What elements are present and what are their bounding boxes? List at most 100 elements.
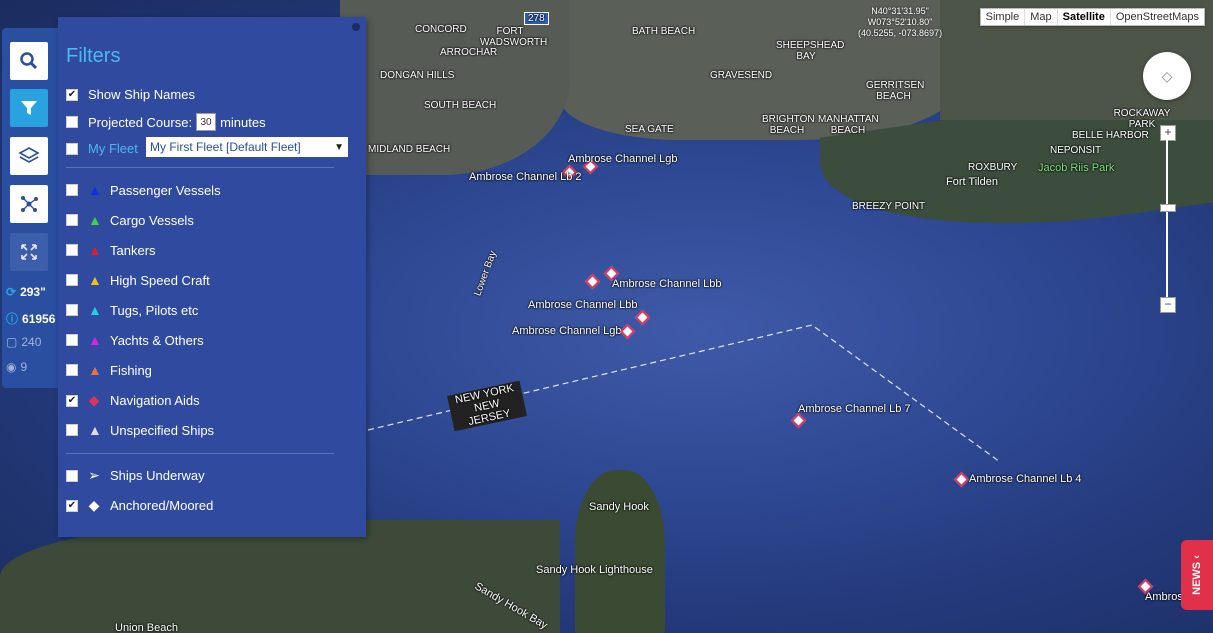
ship-type-label: Tugs, Pilots etc	[110, 302, 199, 318]
layers-button[interactable]	[10, 137, 48, 175]
label-sea-gate: SEA GATE	[625, 124, 674, 135]
anchored-icon: ◆	[88, 497, 100, 513]
pan-control[interactable]: ◇	[1143, 52, 1191, 100]
ship-type-row[interactable]: ✔ ◆ Navigation Aids	[66, 392, 200, 409]
ship-type-label: Cargo Vessels	[110, 212, 194, 228]
projected-course-label: Projected Course:	[88, 114, 193, 130]
map-type-satellite[interactable]: Satellite	[1058, 9, 1111, 25]
aid-label[interactable]: Ambrose Channel Lgb	[512, 325, 621, 337]
panel-title: Filters	[66, 45, 121, 67]
fullscreen-button[interactable]	[10, 233, 48, 271]
anchored-moored-label: Anchored/Moored	[110, 498, 214, 513]
coord-longitude: W073°52'10.80"	[867, 17, 933, 27]
ship-type-row[interactable]: ▲ Passenger Vessels	[66, 182, 221, 198]
map-type-map[interactable]: Map	[1025, 9, 1058, 25]
label-union-beach: Union Beach	[115, 622, 178, 633]
refresh-value: 293"	[20, 285, 46, 299]
aid-label[interactable]: Ambrose Channel Lb 4	[969, 473, 1082, 485]
label-breezy-point: BREEZY POINT	[852, 201, 926, 212]
label-midland-beach: MIDLAND BEACH	[368, 144, 451, 155]
ship-type-row[interactable]: ▲ Tugs, Pilots etc	[66, 302, 198, 318]
ship-type-checkbox[interactable]	[66, 334, 78, 346]
label-roxbury: ROXBURY	[968, 162, 1018, 173]
label-arrochar: ARROCHAR	[440, 47, 498, 58]
square-stat: ▢ 240	[6, 335, 41, 349]
ship-type-checkbox[interactable]	[66, 364, 78, 376]
info-stat: ⓘ 61956	[6, 310, 55, 327]
ship-type-row[interactable]: ▲ Unspecified Ships	[66, 422, 214, 438]
checkbox-ships-underway[interactable]	[66, 469, 78, 482]
ship-type-checkbox[interactable]	[66, 184, 78, 196]
checkbox-my-fleet[interactable]	[66, 142, 78, 155]
news-tab[interactable]: NEWS ‹	[1181, 540, 1213, 610]
ship-type-checkbox[interactable]	[66, 214, 78, 226]
label-fort-wadsworth: FORT WADSWORTH	[480, 26, 548, 48]
map-type-osm[interactable]: OpenStreetMaps	[1111, 9, 1204, 25]
ship-type-icon: ▲	[88, 182, 102, 198]
map-type-selector: Simple Map Satellite OpenStreetMaps	[979, 8, 1205, 26]
projected-minutes-input[interactable]: 30	[196, 113, 217, 131]
ship-type-checkbox[interactable]: ✔	[66, 394, 78, 407]
refresh-icon: ⟳	[6, 285, 17, 299]
filter-button[interactable]	[10, 89, 48, 127]
coord-latitude: N40°31'31.95"	[871, 6, 929, 16]
search-button[interactable]	[10, 42, 48, 80]
ship-underway-icon: ➢	[88, 467, 100, 483]
fleet-select[interactable]: My First Fleet [Default Fleet] ▼	[146, 137, 348, 157]
show-ship-names-row[interactable]: ✔ Show Ship Names	[66, 87, 195, 102]
aid-label[interactable]: Ambrose Channel Lbb	[612, 278, 721, 290]
ship-type-label: Tankers	[110, 242, 156, 258]
my-fleet-link[interactable]: My Fleet	[88, 141, 138, 156]
label-gravesend: GRAVESEND	[710, 70, 773, 81]
divider	[66, 453, 334, 454]
label-sheepshead-bay: SHEEPSHEAD BAY	[776, 40, 845, 62]
ship-type-row[interactable]: ▲ Tankers	[66, 242, 156, 258]
ship-type-icon: ▲	[88, 332, 102, 348]
funnel-icon	[21, 101, 37, 115]
my-fleet-row[interactable]: My Fleet	[66, 141, 138, 156]
ship-type-checkbox[interactable]	[66, 304, 78, 316]
close-icon[interactable]	[352, 23, 360, 31]
zoom-in-button[interactable]: +	[1160, 125, 1176, 141]
network-button[interactable]	[10, 185, 48, 223]
label-south-beach: SOUTH BEACH	[424, 100, 497, 111]
zoom-slider[interactable]	[1166, 140, 1168, 300]
eye-icon: ◉	[6, 360, 17, 374]
aid-label[interactable]: Ambrose Channel Lgb	[568, 153, 677, 165]
ship-type-row[interactable]: ▲ High Speed Craft	[66, 272, 210, 288]
ship-type-row[interactable]: ▲ Fishing	[66, 362, 152, 378]
aid-label[interactable]: Ambrose Channel Lb 7	[798, 403, 911, 415]
search-icon	[20, 52, 38, 70]
label-dongan-hills: DONGAN HILLS	[380, 70, 455, 81]
projected-course-row[interactable]: Projected Course: 30 minutes	[66, 113, 266, 131]
anchored-moored-row[interactable]: ✔ ◆ Anchored/Moored	[66, 497, 213, 514]
layers-icon	[18, 147, 40, 163]
ship-type-icon: ▲	[88, 212, 102, 228]
label-jacob-riis-park: Jacob Riis Park	[1038, 162, 1115, 174]
square-value: 240	[21, 335, 42, 349]
checkbox-anchored-moored[interactable]: ✔	[66, 499, 78, 512]
ships-underway-row[interactable]: ➢ Ships Underway	[66, 467, 205, 484]
map-type-simple[interactable]: Simple	[981, 9, 1026, 25]
zoom-out-button[interactable]: −	[1160, 297, 1176, 313]
show-ship-names-label: Show Ship Names	[88, 87, 195, 102]
checkbox-show-ship-names[interactable]: ✔	[66, 88, 78, 101]
ship-type-row[interactable]: ▲ Cargo Vessels	[66, 212, 194, 228]
ship-type-checkbox[interactable]	[66, 244, 78, 256]
news-label: NEWS ‹	[1191, 555, 1204, 595]
ship-type-checkbox[interactable]	[66, 274, 78, 286]
ship-type-label: Fishing	[110, 362, 152, 378]
ship-type-icon: ▲	[88, 362, 102, 378]
ship-type-label: Unspecified Ships	[110, 422, 215, 438]
ship-type-icon: ▲	[88, 242, 102, 258]
zoom-slider-handle[interactable]	[1160, 204, 1176, 212]
aid-label[interactable]: Ambros	[1145, 591, 1183, 603]
pan-arrows-icon: ◇	[1161, 67, 1173, 84]
aid-label[interactable]: Ambrose Channel Lb 2	[469, 171, 582, 183]
aid-label[interactable]: Ambrose Channel Lbb	[528, 299, 637, 311]
eye-stat: ◉ 9	[6, 360, 27, 374]
checkbox-projected-course[interactable]	[66, 116, 78, 128]
label-manhattan-beach: MANHATTAN BEACH	[818, 114, 879, 136]
ship-type-row[interactable]: ▲ Yachts & Others	[66, 332, 204, 348]
ship-type-checkbox[interactable]	[66, 424, 78, 436]
